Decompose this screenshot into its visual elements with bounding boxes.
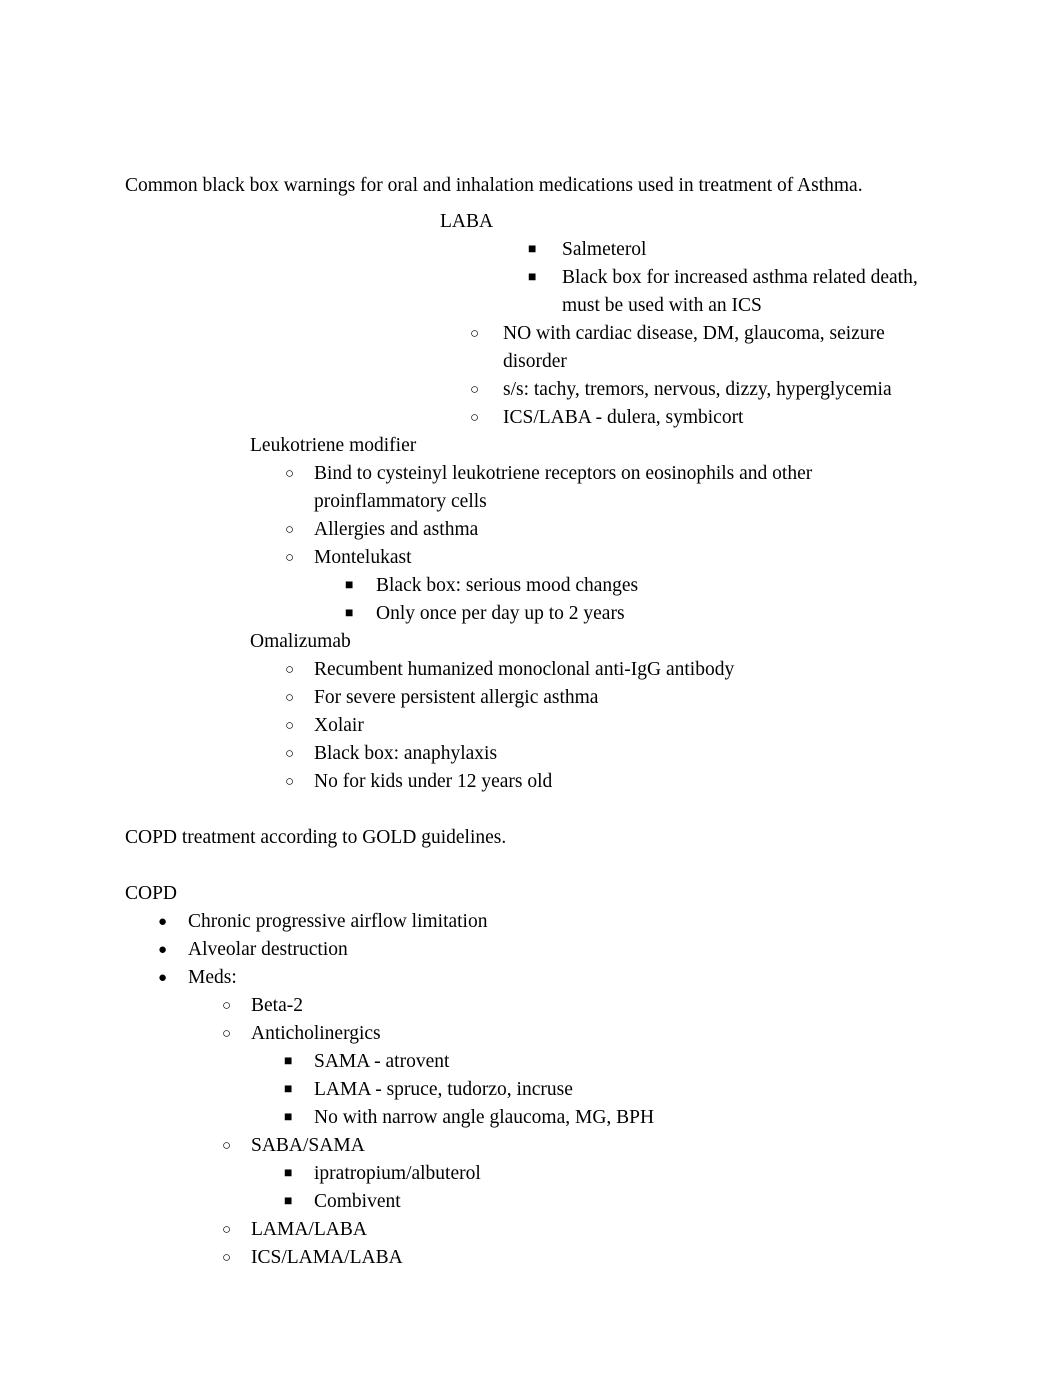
list-item-label: Meds: <box>188 967 237 988</box>
list-item: ■ Combivent <box>284 1188 924 1216</box>
square-bullet-icon: ■ <box>528 242 537 257</box>
list-item-label: Alveolar destruction <box>188 939 348 960</box>
circle-bullet-icon: ○ <box>470 382 480 398</box>
list-item: ○ Recumbent humanized monoclonal anti-Ig… <box>285 656 925 684</box>
list-item-label: Allergies and asthma <box>314 519 479 540</box>
list-item: ■ No with narrow angle glaucoma, MG, BPH <box>284 1104 924 1132</box>
list-item: ○ Anticholinergics <box>222 1020 922 1048</box>
list-item-label: Black box: serious mood changes <box>376 575 639 596</box>
list-item-label: Anticholinergics <box>251 1023 381 1044</box>
list-item-label: Chronic progressive airflow limitation <box>188 911 488 932</box>
list-item-label: Recumbent humanized monoclonal anti-IgG … <box>314 659 735 680</box>
list-item-label: ICS/LAMA/LABA <box>251 1247 403 1268</box>
circle-bullet-icon: ○ <box>222 998 232 1014</box>
circle-bullet-icon: ○ <box>222 1026 232 1042</box>
heading-copd: COPD <box>125 883 178 904</box>
heading-leukotriene-modifier: Leukotriene modifier <box>250 435 417 456</box>
circle-bullet-icon: ○ <box>285 466 295 482</box>
list-item: ● Chronic progressive airflow limitation <box>158 908 918 936</box>
list-item: ■ Salmeterol <box>528 236 928 264</box>
list-item-label: LAMA/LABA <box>251 1219 367 1240</box>
list-item-label: For severe persistent allergic asthma <box>314 687 599 708</box>
list-item-label: Combivent <box>314 1191 401 1212</box>
list-item: ■ LAMA - spruce, tudorzo, incruse <box>284 1076 924 1104</box>
list-item: ○ For severe persistent allergic asthma <box>285 684 925 712</box>
list-item: ○ Bind to cysteinyl leukotriene receptor… <box>285 460 925 516</box>
list-item-label: Montelukast <box>314 547 412 568</box>
list-item-label: ipratropium/albuterol <box>314 1163 481 1184</box>
square-bullet-icon: ■ <box>284 1082 293 1097</box>
disc-bullet-icon: ● <box>158 914 168 930</box>
list-item-label: s/s: tachy, tremors, nervous, dizzy, hyp… <box>503 379 892 400</box>
list-item: ○ Black box: anaphylaxis <box>285 740 925 768</box>
list-item-label: Beta-2 <box>251 995 303 1016</box>
list-item: ● Alveolar destruction <box>158 936 918 964</box>
asthma-intro-paragraph: Common black box warnings for oral and i… <box>125 175 863 196</box>
list-item: ○ No for kids under 12 years old <box>285 768 925 796</box>
list-item-label: NO with cardiac disease, DM, glaucoma, s… <box>503 323 885 372</box>
list-item: ○ ICS/LABA - dulera, symbicort <box>470 404 920 432</box>
disc-bullet-icon: ● <box>158 970 168 986</box>
heading-omalizumab: Omalizumab <box>250 631 351 652</box>
list-item-label: No with narrow angle glaucoma, MG, BPH <box>314 1107 655 1128</box>
list-item: ○ ICS/LAMA/LABA <box>222 1244 922 1272</box>
circle-bullet-icon: ○ <box>470 326 480 342</box>
list-item-label: SABA/SAMA <box>251 1135 365 1156</box>
square-bullet-icon: ■ <box>284 1194 293 1209</box>
list-item: ■ SAMA - atrovent <box>284 1048 924 1076</box>
list-item: ○ SABA/SAMA <box>222 1132 922 1160</box>
square-bullet-icon: ■ <box>528 270 537 285</box>
square-bullet-icon: ■ <box>284 1110 293 1125</box>
circle-bullet-icon: ○ <box>285 522 295 538</box>
list-item: ○ Allergies and asthma <box>285 516 925 544</box>
list-item-label: LAMA - spruce, tudorzo, incruse <box>314 1079 573 1100</box>
list-item: ■ ipratropium/albuterol <box>284 1160 924 1188</box>
circle-bullet-icon: ○ <box>222 1222 232 1238</box>
list-item-label: Black box for increased asthma related d… <box>562 267 918 316</box>
list-item-label: No for kids under 12 years old <box>314 771 553 792</box>
circle-bullet-icon: ○ <box>285 774 295 790</box>
list-item: ○ NO with cardiac disease, DM, glaucoma,… <box>470 320 920 376</box>
circle-bullet-icon: ○ <box>285 746 295 762</box>
list-item: ■ Black box: serious mood changes <box>345 572 925 600</box>
list-item: ○ s/s: tachy, tremors, nervous, dizzy, h… <box>470 376 920 404</box>
circle-bullet-icon: ○ <box>222 1138 232 1154</box>
list-item: ○ LAMA/LABA <box>222 1216 922 1244</box>
list-item: ● Meds: <box>158 964 918 992</box>
list-item-label: Black box: anaphylaxis <box>314 743 498 764</box>
document-page: Common black box warnings for oral and i… <box>0 0 1062 1376</box>
list-item: ○ Xolair <box>285 712 925 740</box>
list-item: ■ Black box for increased asthma related… <box>528 264 928 320</box>
circle-bullet-icon: ○ <box>285 550 295 566</box>
list-item-label: SAMA - atrovent <box>314 1051 450 1072</box>
disc-bullet-icon: ● <box>158 942 168 958</box>
circle-bullet-icon: ○ <box>222 1250 232 1266</box>
square-bullet-icon: ■ <box>345 606 354 621</box>
list-item: ○ Montelukast <box>285 544 925 572</box>
square-bullet-icon: ■ <box>345 578 354 593</box>
circle-bullet-icon: ○ <box>285 690 295 706</box>
list-item-label: Only once per day up to 2 years <box>376 603 625 624</box>
circle-bullet-icon: ○ <box>470 410 480 426</box>
list-item: ■ Only once per day up to 2 years <box>345 600 925 628</box>
copd-intro-paragraph: COPD treatment according to GOLD guideli… <box>125 827 507 848</box>
heading-laba: LABA <box>440 211 494 232</box>
square-bullet-icon: ■ <box>284 1166 293 1181</box>
circle-bullet-icon: ○ <box>285 662 295 678</box>
list-item-label: Salmeterol <box>562 239 647 260</box>
list-item-label: Xolair <box>314 715 364 736</box>
square-bullet-icon: ■ <box>284 1054 293 1069</box>
list-item-label: ICS/LABA - dulera, symbicort <box>503 407 744 428</box>
circle-bullet-icon: ○ <box>285 718 295 734</box>
top-margin-spacer <box>0 0 1062 172</box>
list-item: ○ Beta-2 <box>222 992 922 1020</box>
list-item-label: Bind to cysteinyl leukotriene receptors … <box>314 463 813 512</box>
